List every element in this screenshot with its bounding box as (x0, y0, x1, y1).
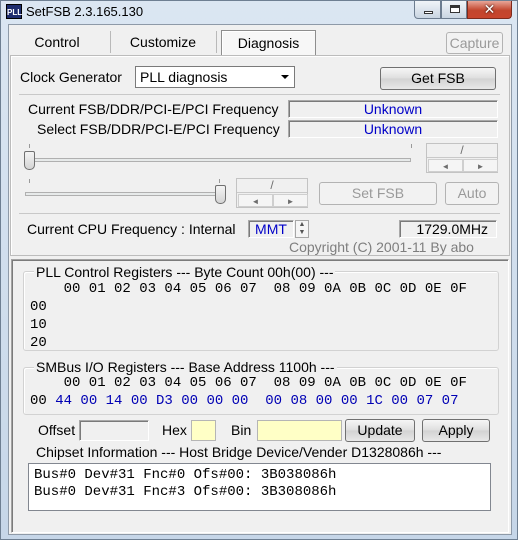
pll-app-icon: PLL (6, 4, 22, 19)
smbus-registers-title: SMBus I/O Registers --- Base Address 110… (34, 359, 337, 375)
capture-button[interactable]: Capture (446, 32, 503, 54)
hex-input[interactable] (191, 420, 216, 441)
tab-customize[interactable]: Customize (113, 30, 213, 55)
chipset-info-title: Chipset Information --- Host Bridge Devi… (34, 444, 444, 460)
tab-separator (110, 31, 111, 53)
cpu-frequency-label: Current CPU Frequency : Internal (27, 221, 236, 237)
bin-input[interactable] (257, 420, 342, 441)
maximize-button[interactable] (441, 1, 467, 19)
spinner-left-button[interactable]: ◄ (238, 194, 273, 207)
smbus-row-values: 44 00 14 00 D3 00 00 00 00 08 00 00 1C 0… (46, 393, 459, 409)
tab-diagnosis[interactable]: Diagnosis (221, 30, 316, 55)
smbus-row[interactable]: 00 44 00 14 00 D3 00 00 00 00 08 00 00 1… (30, 393, 458, 409)
spinner-right-button[interactable]: ► (463, 159, 498, 172)
slider-tick (29, 179, 30, 183)
maximize-icon (450, 5, 460, 13)
pll-row-label: 20 (30, 335, 47, 351)
select-frequency-value: Unknown (288, 120, 498, 138)
offset-field[interactable] (79, 420, 149, 441)
pll-column-header: 00 01 02 03 04 05 06 07 08 09 0A 0B 0C 0… (30, 281, 467, 297)
client-area: Control Customize Diagnosis Capture Cloc… (8, 24, 512, 535)
pll-row-label: 00 (30, 299, 47, 315)
slider-tick (411, 144, 412, 148)
cpu-mode-field[interactable]: MMT (248, 220, 294, 238)
clock-generator-select[interactable]: PLL diagnosis (135, 66, 295, 88)
chipset-info-line: Bus#0 Dev#31 Fnc#0 Ofs#00: 3B038086h (34, 467, 337, 483)
pci-slider-track[interactable] (25, 192, 223, 196)
title-bar[interactable]: PLL SetFSB 2.3.165.130 ✕ (1, 1, 517, 23)
current-frequency-label: Current FSB/DDR/PCI-E/PCI Frequency (28, 101, 279, 117)
window-title: SetFSB 2.3.165.130 (26, 4, 144, 19)
spinner-value: / (237, 179, 307, 193)
app-window: PLL SetFSB 2.3.165.130 ✕ Control Customi… (0, 0, 518, 540)
pci-slider-thumb[interactable] (215, 185, 226, 204)
bin-label: Bin (231, 422, 252, 438)
pci-spinner[interactable]: / ◄ ► (236, 178, 308, 208)
chevron-down-icon (281, 75, 289, 79)
fsb-slider-track[interactable] (25, 158, 411, 162)
spin-down-icon[interactable]: ▼ (296, 229, 308, 237)
slider-tick (219, 179, 220, 183)
get-fsb-button[interactable]: Get FSB (380, 67, 496, 90)
current-frequency-value: Unknown (288, 100, 498, 118)
spinner-right-button[interactable]: ► (273, 194, 308, 207)
tab-control[interactable]: Control (11, 30, 103, 55)
divider (19, 213, 500, 214)
chipset-info-box[interactable]: Bus#0 Dev#31 Fnc#0 Ofs#00: 3B038086h Bus… (28, 463, 491, 511)
copyright-text: Copyright (C) 2001-11 By abo (289, 239, 474, 255)
pll-registers-title: PLL Control Registers --- Byte Count 00h… (34, 264, 336, 280)
offset-label: Offset (38, 422, 76, 438)
pll-row-label: 10 (30, 317, 47, 333)
slider-tick (29, 144, 30, 148)
fsb-spinner-top[interactable]: / ◄ ► (426, 143, 498, 173)
cpu-frequency-value: 1729.0MHz (399, 220, 497, 238)
spin-up-icon[interactable]: ▲ (296, 221, 308, 229)
select-frequency-label: Select FSB/DDR/PCI-E/PCI Frequency (37, 121, 280, 137)
cpu-mode-spinner[interactable]: ▲ ▼ (295, 220, 309, 238)
fsb-slider-thumb[interactable] (24, 151, 35, 170)
minimize-button[interactable] (414, 1, 441, 19)
hex-label: Hex (162, 422, 187, 438)
set-fsb-button[interactable]: Set FSB (319, 182, 437, 205)
tab-separator (216, 31, 217, 53)
auto-button[interactable]: Auto (445, 182, 499, 205)
update-button[interactable]: Update (345, 419, 415, 442)
clock-generator-label: Clock Generator (20, 69, 122, 85)
divider (19, 94, 500, 95)
chipset-info-line: Bus#0 Dev#31 Fnc#3 Ofs#00: 3B308086h (34, 484, 337, 500)
minimize-icon (424, 11, 433, 14)
close-icon: ✕ (483, 1, 496, 17)
clock-generator-value: PLL diagnosis (140, 69, 228, 85)
close-button[interactable]: ✕ (467, 1, 512, 19)
smbus-column-header: 00 01 02 03 04 05 06 07 08 09 0A 0B 0C 0… (30, 375, 467, 391)
spinner-value: / (427, 144, 497, 158)
smbus-row-label: 00 (30, 393, 47, 409)
apply-button[interactable]: Apply (422, 419, 490, 442)
spinner-left-button[interactable]: ◄ (428, 159, 463, 172)
